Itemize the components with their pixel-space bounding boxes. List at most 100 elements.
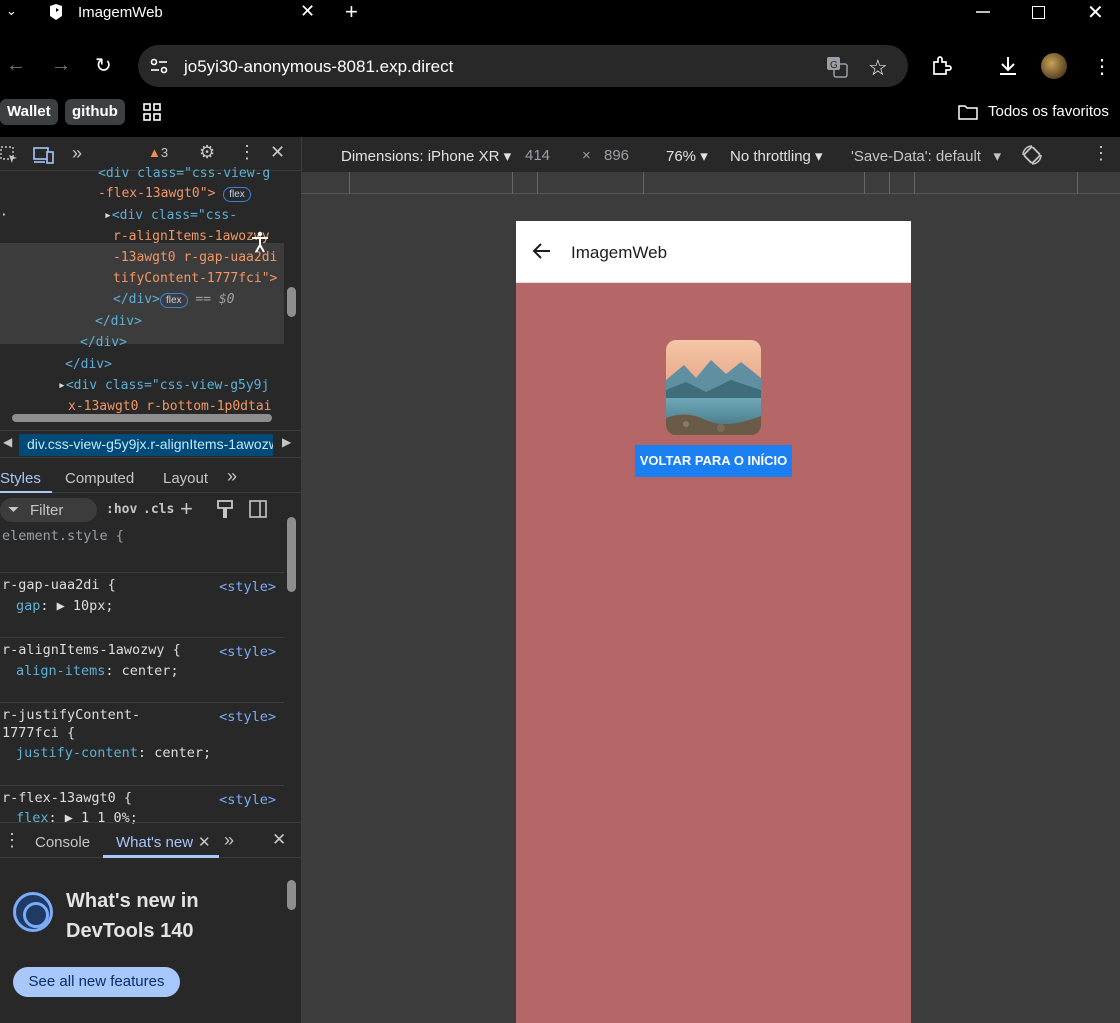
cls-toggle[interactable]: .cls: [143, 502, 174, 517]
profile-avatar[interactable]: [1041, 53, 1067, 79]
dom-node-selected[interactable]: ▸<div class="css-: [104, 205, 237, 226]
expo-favicon-icon: [50, 4, 62, 20]
elements-h-scrollbar[interactable]: [12, 414, 272, 422]
device-toolbar-menu-icon[interactable]: ⋮: [1092, 143, 1110, 164]
accessibility-icon[interactable]: [250, 231, 270, 253]
paint-brush-icon[interactable]: [216, 500, 234, 520]
ruler-tick: [643, 172, 644, 194]
more-menu-icon[interactable]: ⋮: [1092, 54, 1112, 79]
save-data-select[interactable]: 'Save-Data': default ▾: [851, 147, 1001, 165]
site-info-icon[interactable]: [148, 55, 170, 77]
throttling-select[interactable]: No throttling ▾: [730, 147, 823, 165]
devtools-close-icon[interactable]: ✕: [270, 142, 285, 163]
back-arrow-icon[interactable]: [532, 241, 552, 261]
drawer-tabbar: ⋮ Console What's new ✕ » ✕: [0, 822, 301, 858]
rule-selector: r-gap-uaa2di {: [2, 577, 116, 593]
tab-layout[interactable]: Layout: [163, 470, 208, 487]
drawer-scrollbar[interactable]: [287, 880, 296, 910]
bookmark-wallet[interactable]: Wallet: [0, 99, 58, 125]
dom-node-line[interactable]: -flex-13awgt0"> flex: [98, 183, 251, 204]
flex-badge[interactable]: flex: [159, 293, 188, 308]
inspect-element-icon[interactable]: [0, 146, 18, 164]
rule-source-link[interactable]: <style>: [219, 709, 276, 725]
active-tab-indicator: [0, 491, 52, 493]
landscape-image: [666, 340, 761, 435]
folder-icon: [958, 105, 978, 120]
zoom-select[interactable]: 76% ▾: [666, 147, 708, 165]
reload-icon[interactable]: ↻: [95, 53, 112, 78]
apps-grid-icon[interactable]: [143, 103, 161, 121]
back-icon[interactable]: ←: [6, 54, 26, 77]
rule-source-link[interactable]: <style>: [219, 579, 276, 595]
url-text[interactable]: jo5yi30-anonymous-8081.exp.direct: [184, 57, 453, 77]
rule-property[interactable]: align-items: center;: [16, 663, 179, 679]
tab-title[interactable]: ImagemWeb: [78, 4, 163, 21]
rule-source-link[interactable]: <style>: [219, 792, 276, 808]
more-tabs-icon[interactable]: »: [72, 143, 82, 164]
rule-property[interactable]: gap: ▶ 10px;: [16, 598, 114, 614]
window-maximize-icon[interactable]: [1032, 6, 1045, 19]
media-query-ruler[interactable]: [301, 172, 1120, 194]
device-toolbar: Dimensions: iPhone XR ▾ 414 × 896 76% ▾ …: [301, 137, 1120, 172]
tab-console[interactable]: Console: [35, 834, 90, 851]
drawer-menu-icon[interactable]: ⋮: [3, 830, 21, 851]
device-toggle-icon[interactable]: [33, 146, 55, 164]
device-height-input[interactable]: 896: [604, 147, 629, 164]
tab-search-icon[interactable]: ⌄: [6, 3, 17, 19]
dom-node-line[interactable]: </div>: [95, 311, 142, 332]
devtools-menu-icon[interactable]: ⋮: [238, 142, 256, 163]
style-rule[interactable]: r-flex-13awgt0 { <style> flex: ▶ 1 1 0%;: [0, 785, 284, 826]
translate-icon[interactable]: G: [826, 56, 848, 78]
style-rule[interactable]: r-gap-uaa2di { <style> gap: ▶ 10px;: [0, 572, 284, 637]
hov-toggle[interactable]: :hov: [106, 502, 137, 517]
tab-whats-new[interactable]: What's new: [116, 834, 193, 851]
tab-close-icon[interactable]: ✕: [300, 1, 315, 22]
tab-whats-new-close-icon[interactable]: ✕: [198, 833, 211, 851]
style-rule[interactable]: element.style {: [0, 527, 284, 572]
download-icon[interactable]: [997, 55, 1019, 77]
dom-node-line[interactable]: </div>: [80, 332, 127, 353]
rule-source-link[interactable]: <style>: [219, 644, 276, 660]
dimension-times-icon: ×: [582, 147, 591, 164]
styles-rules[interactable]: element.style { r-gap-uaa2di { <style> g…: [0, 527, 284, 826]
dom-node-line[interactable]: <div class="css-view-g: [98, 163, 270, 184]
more-style-tabs-icon[interactable]: »: [227, 466, 237, 487]
breadcrumb-right-icon[interactable]: ▶: [282, 435, 291, 449]
extensions-icon[interactable]: [930, 55, 952, 77]
rule-property[interactable]: justify-content: center;: [16, 745, 211, 761]
dom-node-line[interactable]: </div>: [65, 354, 112, 375]
forward-icon[interactable]: →: [51, 54, 71, 77]
breadcrumb-left-icon[interactable]: ◀: [3, 435, 12, 449]
toggle-sidebar-icon[interactable]: [249, 500, 267, 518]
see-all-features-button[interactable]: See all new features: [13, 967, 180, 997]
style-rule[interactable]: r-justifyContent- 1777fci { <style> just…: [0, 702, 284, 785]
issues-badge[interactable]: ▲3: [148, 145, 168, 160]
back-to-home-button[interactable]: VOLTAR PARA O INÍCIO: [635, 445, 792, 477]
more-drawer-tabs-icon[interactable]: »: [224, 830, 234, 851]
tab-styles[interactable]: Styles: [0, 470, 41, 487]
tab-computed[interactable]: Computed: [65, 470, 134, 487]
flex-badge[interactable]: flex: [223, 187, 251, 202]
dom-node-line[interactable]: ▸<div class="css-view-g5y9j: [58, 375, 269, 396]
style-rule[interactable]: r-alignItems-1awozwy { <style> align-ite…: [0, 637, 284, 702]
dom-node-line[interactable]: </div> flex == $0: [113, 289, 235, 310]
bookmark-github[interactable]: github: [65, 99, 125, 125]
dom-node-line[interactable]: r-alignItems-1awozwy: [113, 226, 270, 247]
elements-tree[interactable]: <div class="css-view-g -flex-13awgt0"> f…: [0, 166, 284, 425]
new-tab-icon[interactable]: +: [345, 0, 358, 25]
ruler-tick: [1077, 172, 1078, 194]
dom-node-line[interactable]: tifyContent-1777fci">: [113, 268, 277, 289]
device-width-input[interactable]: 414: [525, 147, 550, 164]
styles-scrollbar[interactable]: [287, 517, 296, 592]
new-style-rule-icon[interactable]: +: [180, 496, 193, 522]
settings-gear-icon[interactable]: ⚙: [199, 142, 215, 163]
window-minimize-icon[interactable]: [976, 4, 990, 18]
rotate-device-icon[interactable]: [1020, 143, 1044, 167]
all-bookmarks-folder[interactable]: Todos os favoritos: [988, 103, 1109, 120]
window-close-icon[interactable]: ✕: [1087, 0, 1104, 25]
breadcrumb-item[interactable]: div.css-view-g5y9jx.r-alignItems-1awozwy: [19, 434, 273, 456]
elements-scrollbar[interactable]: [287, 287, 296, 317]
drawer-close-icon[interactable]: ✕: [272, 830, 286, 850]
bookmark-star-icon[interactable]: ☆: [868, 55, 888, 81]
device-dimensions-select[interactable]: Dimensions: iPhone XR ▾: [341, 147, 511, 165]
